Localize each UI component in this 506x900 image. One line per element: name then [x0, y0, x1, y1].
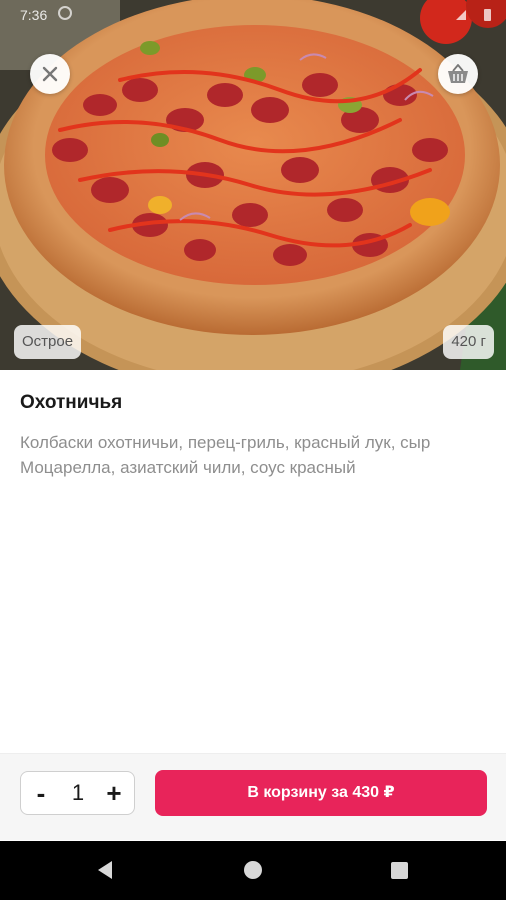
product-screen: 7:36 Острое 420 г Охотничья Колбаски охо…	[0, 0, 506, 900]
increase-button[interactable]: +	[96, 772, 132, 814]
spicy-tag: Острое	[14, 325, 82, 359]
status-bar: 7:36	[0, 0, 506, 30]
product-description: Колбаски охотничьи, перец-гриль, красный…	[20, 433, 431, 477]
close-icon	[42, 66, 58, 82]
product-image: 7:36 Острое 420 г	[0, 0, 506, 370]
product-title: Охотничья	[20, 392, 123, 413]
close-button[interactable]	[30, 54, 70, 94]
wifi-battery-icon	[456, 9, 491, 21]
decrease-button[interactable]: -	[23, 772, 59, 814]
navigation-bar	[0, 841, 506, 900]
add-to-cart-button[interactable]: В корзину за 430 ₽	[155, 770, 487, 816]
basket-icon	[448, 64, 468, 83]
cart-bar: - 1 + В корзину за 430 ₽	[0, 753, 506, 840]
recents-square-icon[interactable]	[391, 862, 408, 879]
home-circle-icon[interactable]	[244, 861, 262, 879]
weight-tag: 420 г	[443, 325, 494, 359]
status-time: 7:36	[20, 7, 48, 23]
cart-button[interactable]	[438, 54, 478, 94]
notification-icon	[58, 6, 72, 20]
quantity-value: 1	[71, 780, 85, 805]
pizza-photo	[0, 0, 506, 370]
quantity-stepper: - 1 +	[20, 771, 135, 815]
back-triangle-icon[interactable]	[96, 860, 114, 880]
